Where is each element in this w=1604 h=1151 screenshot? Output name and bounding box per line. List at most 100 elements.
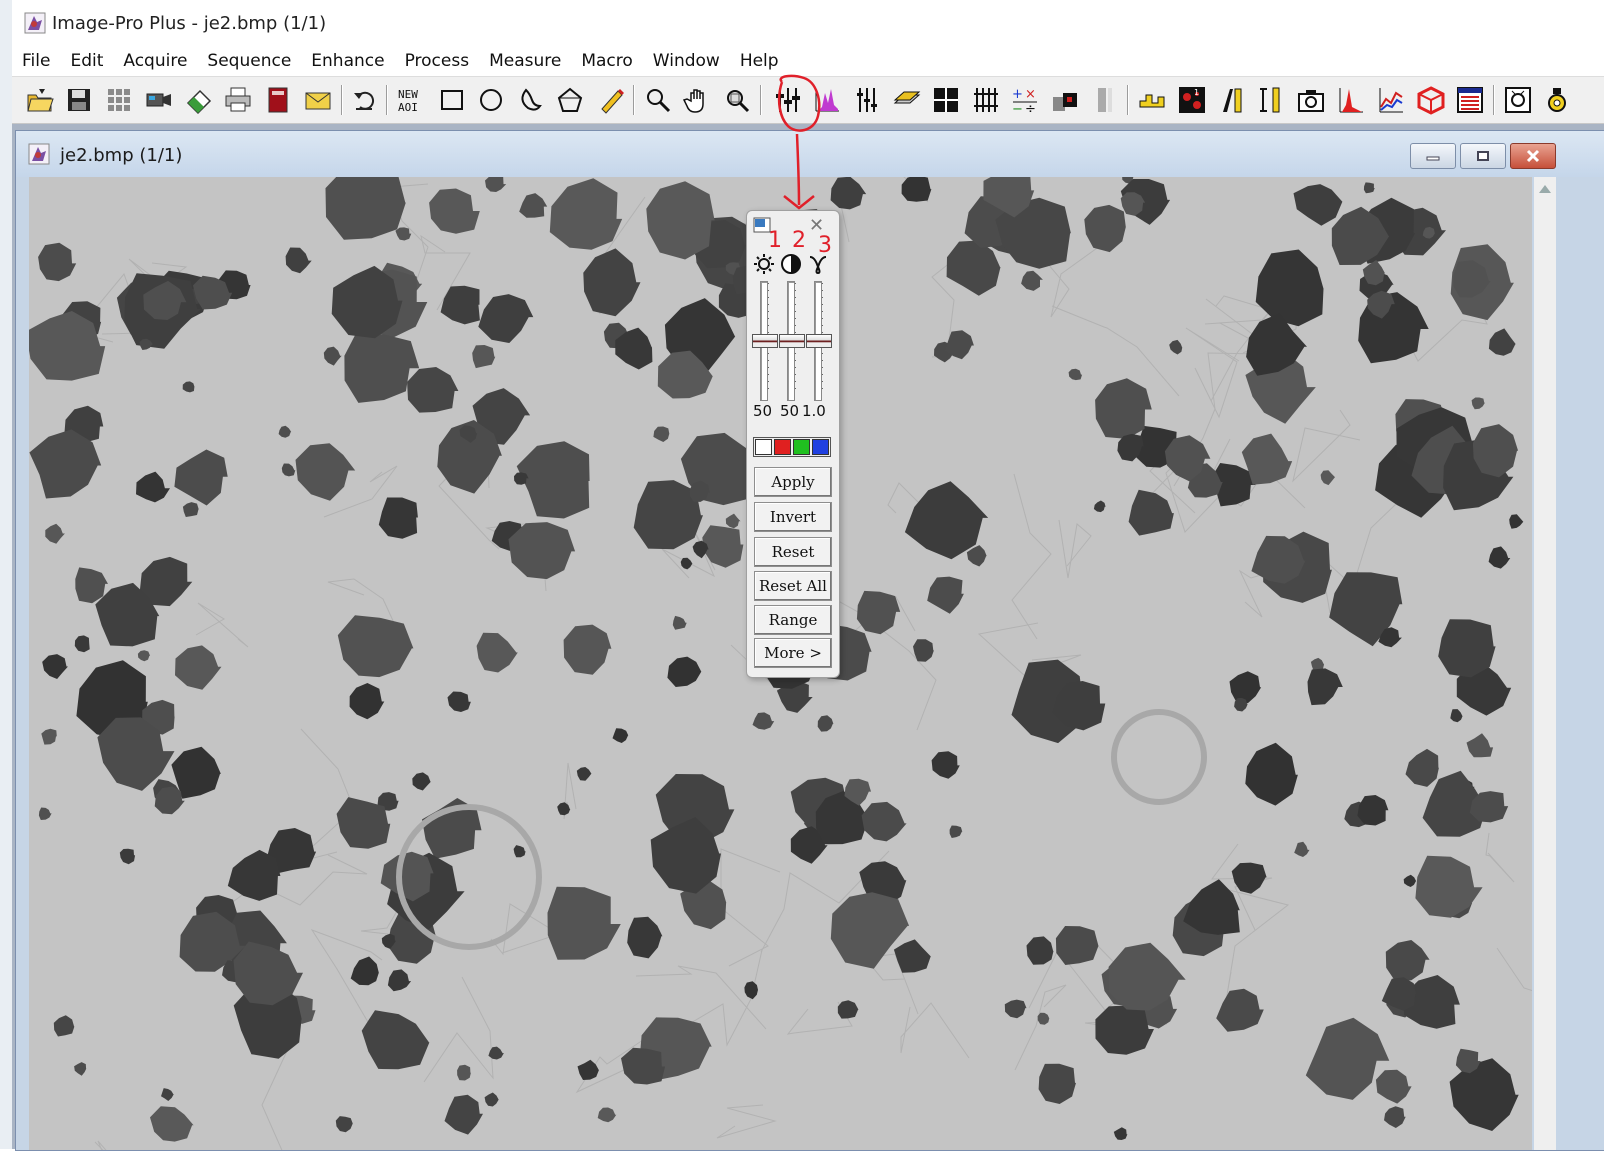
panel-menu-icon[interactable]: [753, 217, 771, 233]
menu-file[interactable]: File: [12, 51, 60, 71]
polygon-aoi-button[interactable]: [554, 84, 586, 116]
new-aoi-icon: NEWAOI: [398, 88, 418, 114]
undo-button[interactable]: [349, 84, 381, 116]
scroll-up-icon[interactable]: [1539, 185, 1551, 193]
count-size-button[interactable]: 1: [1176, 84, 1208, 116]
restore-button[interactable]: [1460, 143, 1506, 169]
channel-green-swatch[interactable]: [793, 439, 810, 455]
menu-process[interactable]: Process: [395, 51, 480, 71]
save-button[interactable]: [63, 84, 95, 116]
menu-acquire[interactable]: Acquire: [113, 51, 197, 71]
menu-edit[interactable]: Edit: [60, 51, 113, 71]
channel-blue-swatch[interactable]: [812, 439, 829, 455]
locator-zoom-button[interactable]: [721, 84, 753, 116]
contrast-value: 50: [780, 402, 800, 420]
ellipse-aoi-button[interactable]: [475, 84, 507, 116]
database-button[interactable]: [262, 84, 294, 116]
gray-scale-button[interactable]: [1089, 84, 1121, 116]
pattern-grid-icon: [974, 88, 998, 112]
main-toolbar: NEW AOI + × − ÷ 1: [12, 77, 1604, 124]
zoom-locator-icon: [727, 90, 750, 113]
panel-close-icon[interactable]: ✕: [809, 215, 824, 236]
histogram-icon: [815, 89, 839, 112]
gamma-icon: [809, 256, 827, 275]
draw-button[interactable]: [595, 84, 627, 116]
particle: [1055, 926, 1099, 965]
macro-button[interactable]: [1502, 84, 1534, 116]
snapshot-button[interactable]: [1295, 84, 1327, 116]
snap-button[interactable]: [183, 84, 215, 116]
new-aoi-button[interactable]: NEW AOI: [395, 84, 427, 116]
rectangle-aoi-button[interactable]: [436, 84, 468, 116]
filter-button[interactable]: [930, 84, 962, 116]
menu-sequence[interactable]: Sequence: [197, 51, 301, 71]
apply-button[interactable]: Apply: [754, 467, 832, 497]
particle: [1095, 1005, 1154, 1055]
menu-macro[interactable]: Macro: [571, 51, 642, 71]
image-pro-logo-icon: [24, 12, 46, 34]
irregular-aoi-button[interactable]: [515, 84, 547, 116]
more-button[interactable]: More >: [754, 638, 832, 668]
vertical-scrollbar[interactable]: [1534, 177, 1556, 1150]
open-file-button[interactable]: [24, 84, 56, 116]
document-icon: [28, 143, 50, 165]
range-button[interactable]: Range: [754, 605, 832, 635]
particle: [457, 1064, 471, 1081]
document-title-bar[interactable]: je2.bmp (1/1): [16, 131, 1604, 177]
display-range-button[interactable]: [851, 84, 883, 116]
gamma-value: 1.0: [802, 402, 826, 420]
menu-measure[interactable]: Measure: [479, 51, 571, 71]
menu-help[interactable]: Help: [730, 51, 789, 71]
measurements-button[interactable]: [1216, 84, 1248, 116]
zoom-button[interactable]: [642, 84, 674, 116]
invert-button[interactable]: Invert: [754, 502, 832, 532]
operations-button[interactable]: + × − ÷: [1009, 84, 1041, 116]
3d-view-button[interactable]: [1415, 84, 1447, 116]
layers-button[interactable]: [891, 84, 923, 116]
toolbar-separator: [386, 85, 388, 115]
line-chart-icon: [1379, 88, 1403, 113]
plugin-button[interactable]: [1542, 84, 1574, 116]
camera-icon: [1298, 90, 1324, 112]
close-icon: [1526, 149, 1540, 163]
3d-cube-icon: [1417, 86, 1445, 115]
menu-enhance[interactable]: Enhance: [301, 51, 394, 71]
desktop-edge: [0, 0, 12, 1149]
color-composite-button[interactable]: [1049, 84, 1081, 116]
app-title: Image-Pro Plus - je2.bmp (1/1): [52, 12, 327, 34]
black-grid-icon: [934, 88, 958, 112]
send-mail-button[interactable]: [302, 84, 334, 116]
gamma-slider-thumb[interactable]: [806, 334, 832, 348]
polygon-icon: [557, 87, 583, 112]
envelope-icon: [305, 92, 331, 110]
toolbar-separator: [1493, 85, 1495, 115]
morphology-button[interactable]: [970, 84, 1002, 116]
menu-window[interactable]: Window: [643, 51, 730, 71]
channel-all-swatch[interactable]: [755, 439, 772, 455]
grid-view-button[interactable]: [103, 84, 135, 116]
svg-text:−: −: [1012, 102, 1023, 115]
macro-icon: [1505, 87, 1531, 113]
brightness-icon: [754, 254, 774, 274]
reset-all-button[interactable]: Reset All: [754, 571, 832, 601]
count-objects-icon: 1: [1179, 87, 1205, 113]
contrast-slider-thumb[interactable]: [779, 334, 805, 348]
minimize-button[interactable]: [1410, 143, 1456, 169]
minimize-icon: [1426, 156, 1440, 161]
line-chart-button[interactable]: [1375, 84, 1407, 116]
reset-button[interactable]: Reset: [754, 537, 832, 567]
acquire-video-button[interactable]: [143, 84, 175, 116]
pan-button[interactable]: [682, 84, 714, 116]
brightness-contrast-button[interactable]: [772, 84, 804, 116]
histogram-plot-button[interactable]: [1335, 84, 1367, 116]
close-button[interactable]: [1510, 143, 1556, 169]
brightness-slider-thumb[interactable]: [752, 334, 778, 348]
data-table-button[interactable]: [1454, 84, 1486, 116]
irregular-shape-icon: [521, 88, 542, 111]
math-operations-icon: + ×− ÷: [1012, 87, 1037, 115]
print-button[interactable]: [222, 84, 254, 116]
line-profile-button[interactable]: [1256, 84, 1288, 116]
channel-red-swatch[interactable]: [774, 439, 791, 455]
histogram-button[interactable]: [811, 84, 843, 116]
calibration-button[interactable]: [1136, 84, 1168, 116]
